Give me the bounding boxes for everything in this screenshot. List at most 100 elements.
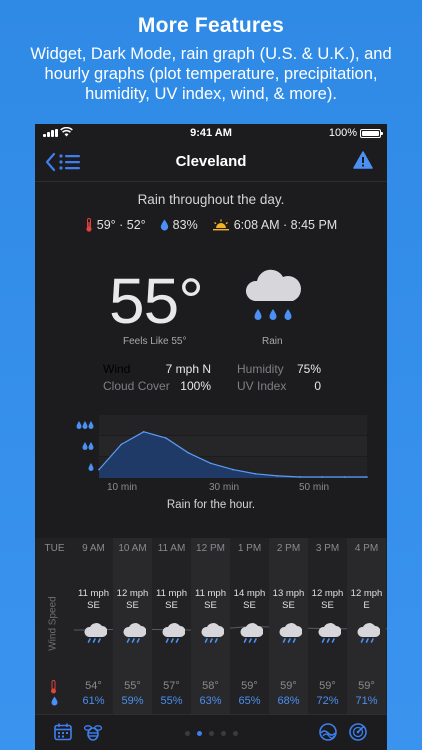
hour-temperature: 59° [241, 680, 258, 692]
rain-point [98, 468, 100, 471]
wind-speed-value: 11 mph [78, 588, 109, 599]
x-tick-label: 50 min [299, 482, 330, 493]
rain-point [299, 476, 301, 478]
hour-temperature: 59° [280, 680, 297, 692]
hour-column[interactable]: 11 AM 11 mph SE 57° 55% [152, 538, 191, 714]
rain-point [209, 462, 212, 465]
rain-point [343, 476, 346, 478]
graph-type-label[interactable]: Wind Speed [48, 594, 59, 654]
x-tick-label: 30 min [209, 482, 240, 493]
wind-value: 7 mph N [165, 362, 211, 376]
wind-direction: SE [126, 600, 139, 611]
wind-speed: 12 mph SE [113, 588, 152, 612]
wind-speed-value: 12 mph [350, 588, 383, 599]
page-dot[interactable] [208, 731, 214, 736]
rain-point [165, 437, 167, 439]
hour-humidity: 71% [355, 695, 378, 707]
hour-humidity: 72% [316, 695, 339, 707]
hour-column[interactable]: 4 PM 12 mph E 59° 71% [347, 538, 386, 714]
rain-point [232, 468, 234, 471]
page-dot[interactable] [184, 731, 190, 736]
intensity-drop-icon [76, 421, 82, 429]
hour-label: 4 PM [354, 543, 379, 554]
rain-cloud-icon [279, 623, 302, 643]
wind-speed-value: 11 mph [156, 588, 187, 599]
rain-point [187, 452, 190, 454]
hour-label: 9 AM [82, 543, 105, 554]
hour-label: 2 PM [276, 543, 301, 554]
wind-direction: SE [165, 600, 178, 611]
condition-label: Rain [262, 336, 283, 347]
hour-temperature: 59° [358, 680, 375, 692]
rain-point [120, 443, 123, 446]
rain-cloud-icon [84, 623, 107, 643]
alert-icon[interactable] [353, 151, 373, 169]
wind-speed-value: 13 mph [272, 588, 305, 599]
sunrise-icon [212, 219, 229, 231]
promo-subtitle-line: hourly graphs (plot temperature, precipi… [44, 65, 378, 83]
intensity-drop-icon [82, 421, 88, 429]
x-tick-label: 10 min [107, 482, 138, 493]
thermometer-icon [86, 218, 92, 232]
wind-speed-value: 14 mph [233, 588, 266, 599]
rain-graph-plot [76, 415, 368, 478]
raindrop-icon [160, 219, 168, 231]
hour-column[interactable]: 9 AM 11 mph SE 54° 61% [74, 538, 113, 714]
uv-index-label: UV Index [237, 379, 287, 393]
rain-cloud-icon [201, 623, 224, 643]
grid-band [99, 415, 367, 435]
wind-speed: 11 mph SE [191, 588, 230, 612]
intensity-drop-icon [88, 421, 94, 429]
hour-label: 11 AM [157, 543, 186, 554]
wind-speed: 13 mph SE [269, 588, 308, 612]
noaa-icon[interactable] [318, 722, 338, 742]
feels-like: Feels Like 55° [123, 336, 187, 347]
page-dot[interactable] [220, 731, 226, 736]
wind-speed: 11 mph SE [74, 588, 113, 612]
hour-temperature: 58° [202, 680, 219, 692]
hour-temperature: 57° [163, 680, 180, 692]
hour-humidity: 63% [199, 695, 222, 707]
promo-title: More Features [137, 14, 285, 37]
hour-temperature: 59° [319, 680, 336, 692]
rain-cloud-icon [357, 623, 380, 643]
wind-speed-value: 11 mph [195, 588, 226, 599]
wind-direction: SE [87, 600, 100, 611]
location-title: Cleveland [175, 153, 247, 170]
rain-point [254, 473, 257, 475]
rain-point [276, 475, 279, 477]
promo-subtitle: Widget, Dark Mode, rain graph (U.S. & U.… [8, 44, 414, 104]
rain-cloud-icon [162, 623, 185, 643]
hour-humidity: 59% [121, 695, 144, 707]
rain-graph: 10 min 30 min 50 min [49, 412, 369, 497]
radar-icon[interactable] [348, 722, 368, 742]
cloud-cover-label: Cloud Cover [103, 379, 170, 393]
rain-point [142, 431, 145, 433]
page-dot[interactable] [196, 731, 202, 736]
hour-column[interactable]: 3 PM 12 mph SE 59° 72% [308, 538, 347, 714]
cloud-cover-value: 100% [180, 379, 211, 393]
daily-stats: 59° · 52° 83% 6:08 AM · 8:45 PM [35, 218, 387, 232]
uv-index-value: 0 [314, 379, 321, 393]
wind-speed-value: 12 mph [116, 588, 149, 599]
hour-column[interactable]: 1 PM 14 mph SE 59° 65% [230, 538, 269, 714]
wind-direction: SE [282, 600, 295, 611]
hour-humidity: 65% [238, 695, 261, 707]
hourly-forecast[interactable]: TUE Wind Speed 9 AM 11 mph SE 54° 61% 10 AM 12… [35, 538, 387, 714]
day-label: TUE [44, 543, 65, 554]
hour-column[interactable]: 12 PM 11 mph SE 58° 63% [191, 538, 230, 714]
tab-bar [35, 714, 387, 750]
hour-column[interactable]: 2 PM 13 mph SE 59° 68% [269, 538, 308, 714]
daily-summary: Rain throughout the day. [137, 192, 285, 207]
hour-column[interactable]: 10 AM 12 mph SE 55° 59% [113, 538, 152, 714]
wind-direction: SE [204, 600, 217, 611]
thermometer-icon [51, 680, 56, 694]
wind-direction: SE [243, 600, 256, 611]
rain-point [321, 476, 324, 478]
rain-caption: Rain for the hour. [166, 499, 256, 511]
wind-speed: 14 mph SE [230, 588, 269, 612]
raindrop-icon [51, 696, 58, 706]
hour-label: 1 PM [237, 543, 262, 554]
page-dot[interactable] [232, 731, 238, 736]
promo-subtitle-line: Widget, Dark Mode, rain graph (U.S. & U.… [30, 45, 392, 63]
